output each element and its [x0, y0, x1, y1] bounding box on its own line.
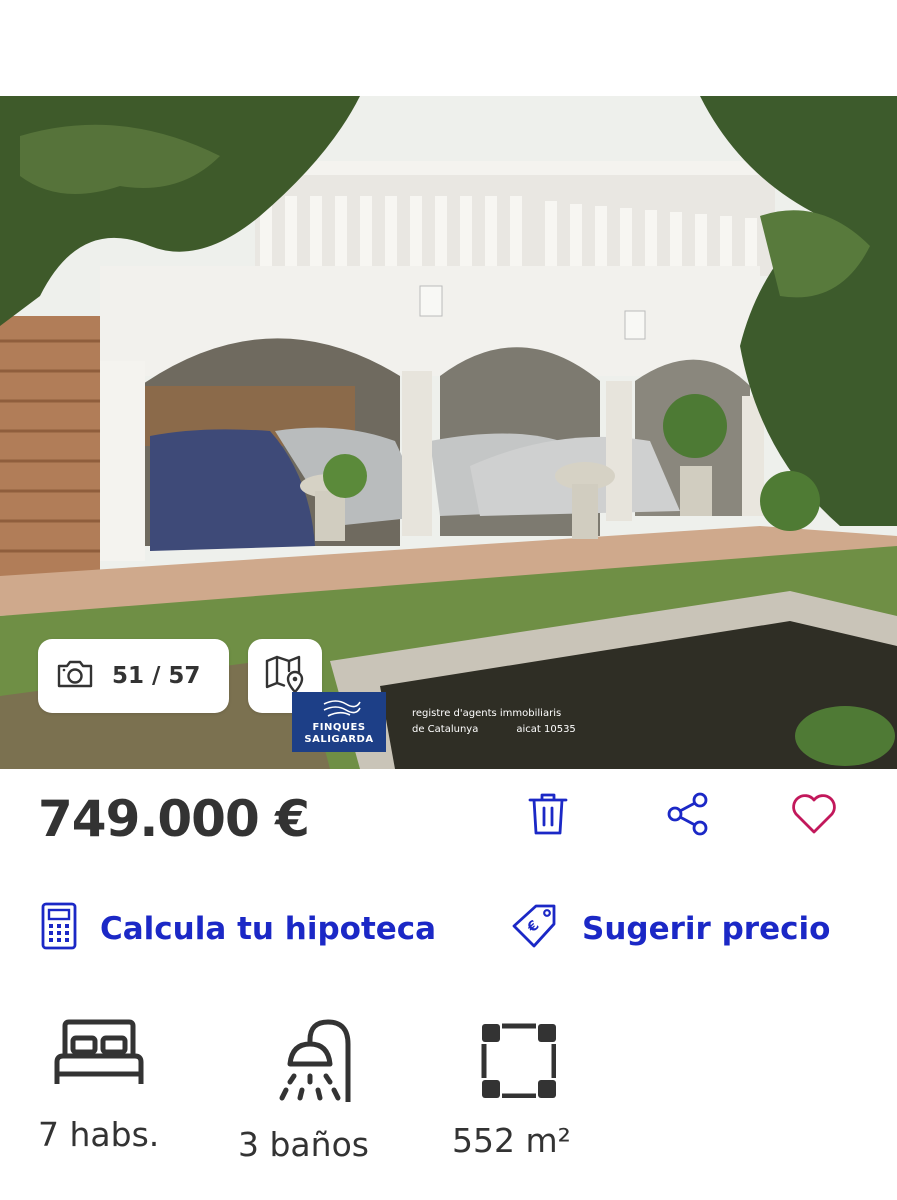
agency-watermark-logo: FINQUES SALIGARDA [292, 692, 386, 752]
trash-icon [526, 791, 570, 842]
shower-icon [248, 1018, 358, 1107]
feature-baths: 3 baños [238, 1018, 369, 1164]
listing-photo[interactable]: 51 / 57 FINQUES SALIGARDA registre d'age… [0, 96, 897, 769]
agency-name-line1: FINQUES [312, 722, 366, 733]
discard-button[interactable] [524, 792, 572, 840]
photo-counter-button[interactable]: 51 / 57 [38, 639, 229, 713]
mortgage-calculator-label: Calcula tu hipoteca [100, 910, 437, 947]
photo-counter-text: 51 / 57 [112, 663, 201, 689]
calculator-icon [40, 902, 78, 955]
area-value: 552 m² [452, 1121, 571, 1160]
suggest-price-link[interactable]: € Sugerir precio [510, 902, 830, 955]
share-icon [665, 792, 711, 841]
camera-icon [56, 659, 94, 694]
registry-watermark: registre d'agents immobiliaris de Catalu… [412, 706, 576, 738]
feature-area: 552 m² [452, 1018, 571, 1160]
agency-name-line2: SALIGARDA [304, 734, 374, 745]
suggest-price-label: Sugerir precio [582, 910, 831, 947]
registry-number: aicat 10535 [516, 724, 576, 735]
favorite-button[interactable] [790, 792, 838, 840]
bed-icon [53, 1018, 145, 1097]
share-button[interactable] [664, 792, 712, 840]
area-icon [466, 1018, 557, 1103]
heart-icon [790, 792, 838, 841]
svg-text:€: € [524, 918, 543, 937]
feature-rooms: 7 habs. [38, 1018, 159, 1154]
registry-line1: registre d'agents immobiliaris [412, 708, 562, 719]
mortgage-calculator-link[interactable]: Calcula tu hipoteca [40, 902, 436, 955]
listing-price: 749.000 € [38, 790, 310, 848]
price-tag-icon: € [510, 902, 560, 955]
rooms-value: 7 habs. [38, 1115, 160, 1154]
registry-region: de Catalunya [412, 724, 479, 735]
baths-value: 3 baños [238, 1125, 369, 1164]
